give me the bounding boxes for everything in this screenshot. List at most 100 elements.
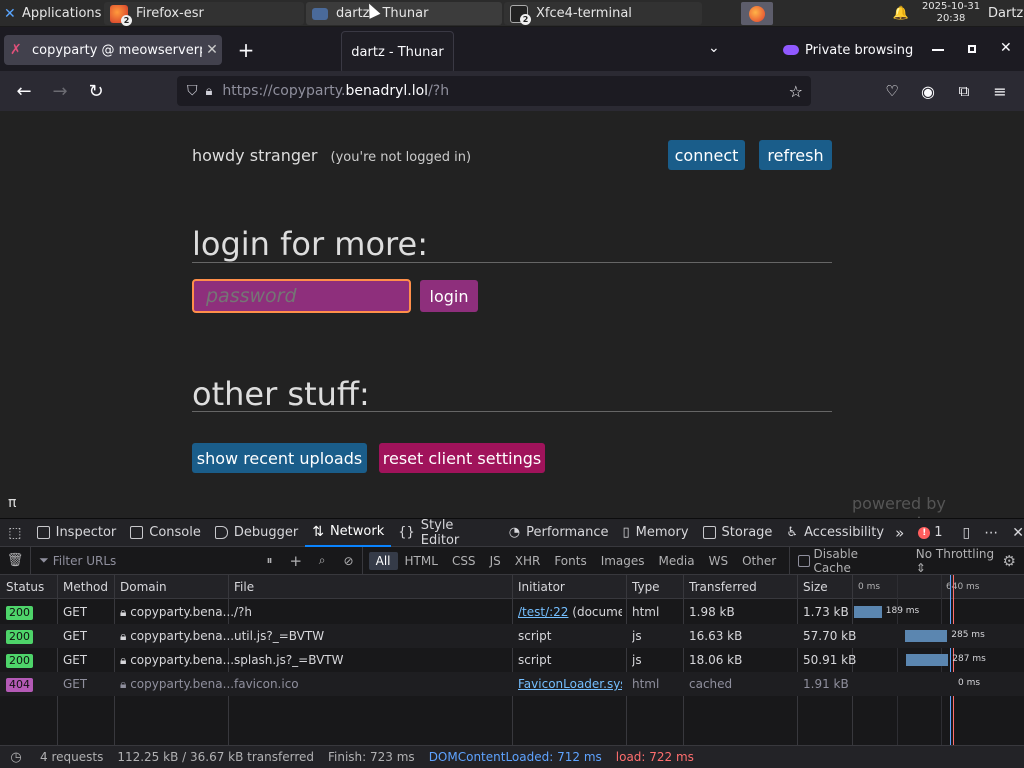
waterfall-tick-640: 640 ms xyxy=(946,582,980,592)
back-arrow-icon[interactable]: ← xyxy=(12,79,36,103)
column-transferred[interactable]: Transferred xyxy=(689,580,757,594)
initiator-link[interactable]: /test/:22 xyxy=(518,605,568,619)
filter-html[interactable]: HTML xyxy=(398,552,445,570)
tab-style-editor[interactable]: {} Style Editor xyxy=(391,518,502,548)
close-devtools-icon[interactable]: ✕ xyxy=(1012,525,1024,541)
table-row[interactable]: 404 GET 🔒︎ copyparty.bena... favicon.ico htm… xyxy=(0,672,1024,696)
list-tabs-chevron-icon[interactable]: ⌄ xyxy=(708,40,720,56)
checkbox-icon[interactable] xyxy=(798,554,810,567)
tab-console[interactable]: Console xyxy=(123,518,208,547)
more-tabs-chevron-icon[interactable]: » xyxy=(895,524,904,542)
cell-domain: 🔒︎ copyparty.bena... xyxy=(120,653,235,667)
cell-type: html xyxy=(632,605,660,619)
reset-client-settings-button[interactable]: reset client settings xyxy=(379,443,545,473)
clock[interactable]: 2025-10-31 20:38 xyxy=(918,1,984,24)
error-count-badge[interactable]: ! 1 xyxy=(918,525,943,540)
search-icon[interactable]: ⌕ xyxy=(309,553,335,568)
column-status[interactable]: Status xyxy=(6,580,44,594)
block-icon[interactable]: ⊘ xyxy=(335,554,361,568)
trash-icon[interactable]: 🗑︎ xyxy=(0,553,30,568)
column-size[interactable]: Size xyxy=(803,580,828,594)
new-tab-button[interactable]: + xyxy=(236,38,256,62)
filter-js[interactable]: JS xyxy=(483,552,508,570)
show-recent-uploads-button[interactable]: show recent uploads xyxy=(192,443,367,473)
disable-cache-toggle[interactable]: Disable Cache xyxy=(789,546,894,575)
column-domain[interactable]: Domain xyxy=(120,580,167,594)
column-method[interactable]: Method xyxy=(63,580,108,594)
terminal-icon: 2 xyxy=(510,4,531,25)
taskbar-window-terminal[interactable]: 2 Xfce4-terminal xyxy=(504,2,702,25)
column-type[interactable]: Type xyxy=(632,580,660,594)
initiator-link[interactable]: FaviconLoader.sys... xyxy=(518,677,622,691)
table-row[interactable]: 200 GET 🔒︎ copyparty.bena... util.js?_=BVTW… xyxy=(0,624,1024,648)
throttling-select[interactable]: No Throttling ⇕ xyxy=(916,547,1003,575)
filter-xhr[interactable]: XHR xyxy=(508,552,548,570)
table-row[interactable]: 200 GET 🔒︎ copyparty.bena... splash.js?_=BV… xyxy=(0,648,1024,672)
taskbar-window-thunar[interactable]: dartz - Thunar xyxy=(306,2,502,25)
minimize-icon[interactable] xyxy=(932,49,944,51)
tab-storage[interactable]: Storage xyxy=(696,518,780,547)
cell-transferred: cached xyxy=(689,677,733,691)
filter-media[interactable]: Media xyxy=(652,552,702,570)
table-row[interactable]: 200 GET 🔒︎ copyparty.bena.../?h html 1.98 kB… xyxy=(0,600,1024,624)
pocket-icon[interactable]: ♡ xyxy=(880,79,904,103)
responsive-design-icon[interactable]: ▯ xyxy=(963,525,971,541)
performance-analysis-icon[interactable]: ◷ xyxy=(0,750,32,765)
summary-requests: 4 requests xyxy=(40,750,104,764)
tab-performance[interactable]: ◔ Performance xyxy=(502,518,616,547)
firefox-mini-icon xyxy=(749,5,765,22)
account-icon[interactable]: ◉ xyxy=(916,79,940,103)
tab-debugger[interactable]: Debugger xyxy=(208,518,305,547)
taskbar-window-firefox[interactable]: 2 Firefox-esr xyxy=(104,2,304,26)
applications-menu[interactable]: ✕ Applications ⋮ xyxy=(2,2,118,25)
login-button[interactable]: login xyxy=(420,280,478,312)
private-mask-icon xyxy=(783,45,799,55)
element-picker-icon[interactable]: ⬚ xyxy=(0,525,30,541)
bookmark-star-icon[interactable]: ☆ xyxy=(789,82,803,101)
more-options-icon[interactable]: ⋯ xyxy=(984,525,998,541)
filter-fonts[interactable]: Fonts xyxy=(547,552,593,570)
cell-method: GET xyxy=(63,653,88,667)
filter-other[interactable]: Other xyxy=(735,552,783,570)
greeting: howdy stranger (you're not logged in) xyxy=(192,146,471,165)
login-heading: login for more: xyxy=(192,225,428,263)
page-content: howdy stranger (you're not logged in) co… xyxy=(0,111,1024,532)
close-window-icon[interactable]: ✕ xyxy=(1000,40,1012,56)
cell-transferred: 16.63 kB xyxy=(689,629,743,643)
cell-file: splash.js?_=BVTW xyxy=(234,653,344,667)
pause-icon[interactable]: ⏸ xyxy=(256,553,282,568)
close-tab-icon[interactable]: ✕ xyxy=(202,42,222,58)
column-file[interactable]: File xyxy=(234,580,254,594)
forward-arrow-icon[interactable]: → xyxy=(48,79,72,103)
filter-images[interactable]: Images xyxy=(594,552,652,570)
reload-icon[interactable]: ↻ xyxy=(84,79,108,103)
greeting-text: howdy stranger xyxy=(192,146,318,165)
maximize-icon[interactable] xyxy=(968,45,976,53)
url-bar[interactable]: ⛉ 🔒︎ https://copyparty. benadryl.lol/?h ☆ xyxy=(177,76,811,106)
pi-link[interactable]: π xyxy=(8,495,16,511)
tab-memory[interactable]: ▯ Memory xyxy=(616,518,696,547)
filter-urls-input[interactable]: ⏷ Filter URLs xyxy=(30,546,256,575)
extensions-icon[interactable]: ⧉ xyxy=(952,79,976,103)
user-menu[interactable]: Dartz xyxy=(988,2,1023,25)
filter-ws[interactable]: WS xyxy=(702,552,735,570)
connect-button[interactable]: connect xyxy=(668,140,745,170)
waterfall-timing: 285 ms xyxy=(951,630,985,640)
filter-all[interactable]: All xyxy=(368,551,398,570)
hamburger-menu-icon[interactable]: ≡ xyxy=(988,79,1012,103)
type-filters: All HTML CSS JS XHR Fonts Images Media W… xyxy=(361,546,784,575)
bell-icon[interactable]: 🔔 xyxy=(893,2,909,25)
tab-accessibility[interactable]: ♿︎ Accessibility xyxy=(779,518,891,547)
tab-network[interactable]: ⇅ Network xyxy=(305,518,392,547)
add-icon[interactable]: + xyxy=(283,552,309,570)
workspace-switcher[interactable] xyxy=(741,2,773,25)
shield-icon[interactable]: ⛉ xyxy=(187,83,198,99)
lock-icon[interactable]: 🔒︎ xyxy=(206,84,213,99)
filter-css[interactable]: CSS xyxy=(445,552,483,570)
browser-tab-active[interactable]: ✗ copyparty @ meowserverp ✕ xyxy=(4,35,222,65)
tab-inspector[interactable]: Inspector xyxy=(30,518,124,547)
settings-gear-icon[interactable]: ⚙ xyxy=(1003,552,1016,570)
refresh-button[interactable]: refresh xyxy=(759,140,832,170)
column-initiator[interactable]: Initiator xyxy=(518,580,565,594)
password-input[interactable] xyxy=(192,279,411,313)
